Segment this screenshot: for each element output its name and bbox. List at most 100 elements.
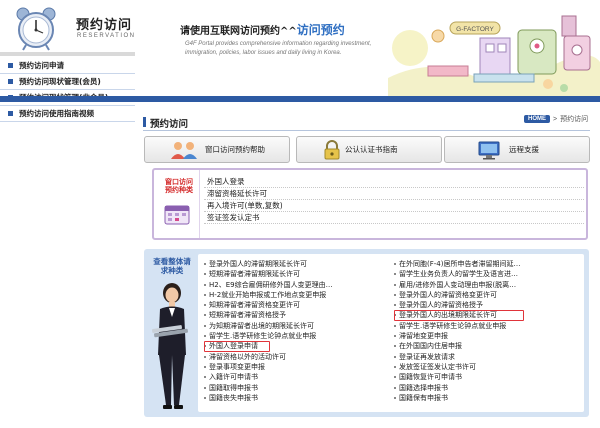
- request-item-label: 国籍选择申报书: [399, 383, 448, 392]
- bullet-icon: [8, 79, 13, 84]
- request-item[interactable]: 滞留资格以外的活动许可: [204, 352, 388, 362]
- bullet-icon: [394, 335, 396, 338]
- bullet-icon: [394, 345, 396, 348]
- alarm-clock-icon: [16, 7, 56, 51]
- breadcrumb: HOME > 预约访问: [524, 114, 588, 124]
- request-item[interactable]: H2、E9综合雇佣研修外国人变更理由…: [204, 280, 388, 290]
- title-marker: [143, 117, 146, 127]
- request-item-label: 短期滞留者滞留资格授予: [209, 311, 286, 320]
- request-item[interactable]: 国籍取得申报书: [204, 383, 388, 393]
- request-item[interactable]: 登录证再发放请求: [394, 352, 580, 362]
- factory-illustration: G-FACTORY: [388, 8, 600, 100]
- window-visit-item[interactable]: 再入境许可(单数,复数): [204, 200, 584, 212]
- request-item-highlighted[interactable]: 登录外国人的出境期限延长许可: [394, 310, 524, 321]
- request-item[interactable]: 留学生.语学研修生论钟点就业申报: [204, 331, 388, 341]
- sidebar-item-status-member[interactable]: 预约访问现状管理(会员): [0, 74, 135, 90]
- bullet-icon: [8, 63, 13, 68]
- breadcrumb-current: 预约访问: [560, 116, 589, 123]
- sidebar-item-guide-video[interactable]: 预约访问使用指南视频: [0, 106, 135, 122]
- request-types-label: 查看整体请求种类: [153, 257, 191, 275]
- window-visit-help-button[interactable]: 窗口访问预约帮助: [144, 136, 290, 163]
- window-visit-item[interactable]: 外国人登录: [204, 176, 584, 188]
- request-item-label: 为知期滞留者出境的期限延长许可: [209, 321, 314, 330]
- bullet-icon: [204, 273, 206, 276]
- bullet-icon: [394, 365, 396, 368]
- request-list-right: 在外同胞(F-4)居所申告者滞留期间延… 留学生业务负责人的留学生及语言进… 雇…: [394, 259, 580, 403]
- request-item-label: 入籍许可申请书: [209, 373, 258, 382]
- request-item[interactable]: 知期滞留者滞留资格变更许可: [204, 300, 388, 310]
- request-item-label: 发放签证签发认定书许可: [399, 362, 476, 371]
- sidebar-item-label: 预约访问现状管理(会员): [19, 77, 101, 86]
- window-visit-item[interactable]: 滞留资格延长许可: [204, 188, 584, 200]
- site-subtitle: RESERVATION: [77, 33, 136, 39]
- woman-with-laptop-illustration: [151, 283, 188, 409]
- certificate-guide-label: 公认认证书指南: [345, 145, 398, 154]
- tagline-main: 请使用互联网访问预约^^: [180, 26, 297, 37]
- request-item-label: 登录事项变更申报: [209, 362, 265, 371]
- request-item[interactable]: 发放签证签发认定书许可: [394, 362, 580, 372]
- request-item[interactable]: 国籍丧失申报书: [204, 393, 388, 403]
- request-item[interactable]: 登录外国人的滞留资格授予: [394, 300, 580, 310]
- request-item[interactable]: 登录外国人的滞留资格变更许可: [394, 290, 580, 300]
- request-item[interactable]: 登录外国人的滞留期限延长许可: [204, 259, 388, 269]
- sidebar-item-label: 预约访问申请: [19, 61, 64, 70]
- request-item[interactable]: 入籍许可申请书: [204, 372, 388, 382]
- request-item-label: 国籍取得申报书: [209, 383, 258, 392]
- request-item[interactable]: 短期滞留者滞留资格授予: [204, 310, 388, 320]
- request-item[interactable]: 国籍选择申报书: [394, 383, 580, 393]
- request-item[interactable]: 在外国国内住居申报: [394, 341, 580, 351]
- request-item-label: 登录证再发放请求: [399, 352, 455, 361]
- request-item[interactable]: 留学生.语学研修生论钟点就业申报: [394, 321, 580, 331]
- page-title: 预约访问: [150, 119, 189, 130]
- bullet-icon: [394, 293, 396, 296]
- bullet-icon: [394, 314, 396, 317]
- bullet-icon: [204, 376, 206, 379]
- request-list-left: 登录外国人的滞留期限延长许可 短期滞留者滞留期限延长许可 H2、E9综合雇佣研修…: [204, 259, 388, 403]
- bullet-icon: [394, 355, 396, 358]
- bullet-icon: [204, 365, 206, 368]
- factory-badge-text: G-FACTORY: [456, 26, 494, 33]
- window-visit-types-side: 窗口访问预约种类: [154, 170, 200, 238]
- bullet-icon: [394, 283, 396, 286]
- window-visit-item[interactable]: 签证签发认定书: [204, 212, 584, 224]
- lock-icon: [324, 140, 340, 160]
- bullet-icon: [204, 396, 206, 399]
- bullet-icon: [204, 293, 206, 296]
- request-item[interactable]: 为知期滞留者出境的期限延长许可: [204, 321, 388, 331]
- bullet-icon: [394, 263, 396, 265]
- request-item[interactable]: 短期滞留者滞留期限延长许可: [204, 269, 388, 279]
- request-item[interactable]: H-2就业开始申报或工作地点变更申报: [204, 290, 388, 300]
- request-item[interactable]: 滞留地变更申报: [394, 331, 580, 341]
- request-item-highlighted[interactable]: 外国人登录申请: [204, 341, 270, 352]
- request-item-label: H2、E9综合雇佣研修外国人变更理由…: [209, 280, 333, 289]
- request-item-label: 留学生业务负责人的留学生及语言进…: [399, 270, 518, 279]
- request-item-label: 在外国国内住居申报: [399, 342, 462, 351]
- request-item[interactable]: 国籍保有申报书: [394, 393, 580, 403]
- bullet-icon: [394, 396, 396, 399]
- request-item[interactable]: 登录事项变更申报: [204, 362, 388, 372]
- breadcrumb-home[interactable]: HOME: [524, 115, 550, 123]
- window-visit-types-box: 窗口访问预约种类 外国人登录 滞留资格延长许可 再入境许可(单数,复数) 签证签…: [152, 168, 588, 240]
- request-item-label: 留学生.语学研修生论钟点就业申报: [399, 321, 507, 330]
- certificate-guide-button[interactable]: 公认认证书指南: [296, 136, 442, 163]
- bullet-icon: [394, 386, 396, 389]
- header-divider-bar: [0, 96, 600, 102]
- request-item-label: 外国人登录申请: [209, 342, 258, 351]
- bullet-icon: [204, 345, 206, 348]
- request-item-label: 登录外国人的滞留资格授予: [399, 301, 483, 310]
- bullet-icon: [204, 335, 206, 338]
- bullet-icon: [204, 355, 206, 358]
- request-item-label: 国籍丧失申报书: [209, 393, 258, 402]
- request-item[interactable]: 在外同胞(F-4)居所申告者滞留期间延…: [394, 259, 580, 269]
- tagline-english: G4F Portal provides comprehensive inform…: [185, 41, 372, 56]
- request-item[interactable]: 雇用/进修外国人变动理由申报(脱离…: [394, 280, 580, 290]
- bullet-icon: [8, 111, 13, 116]
- sidebar-item-apply[interactable]: 预约访问申请: [0, 58, 135, 74]
- bullet-icon: [204, 324, 206, 327]
- title-rule: [143, 130, 590, 131]
- remote-support-button[interactable]: 远程支援: [444, 136, 590, 163]
- request-types-box: 查看整体请求种类 登录外国人的滞留期限延长许可 短期滞留者滞留期限延长许可 H2…: [144, 249, 589, 417]
- logo-block[interactable]: 预约访问 RESERVATION: [0, 0, 135, 57]
- request-item[interactable]: 国籍恢复许可申请书: [394, 372, 580, 382]
- request-item[interactable]: 留学生业务负责人的留学生及语言进…: [394, 269, 580, 279]
